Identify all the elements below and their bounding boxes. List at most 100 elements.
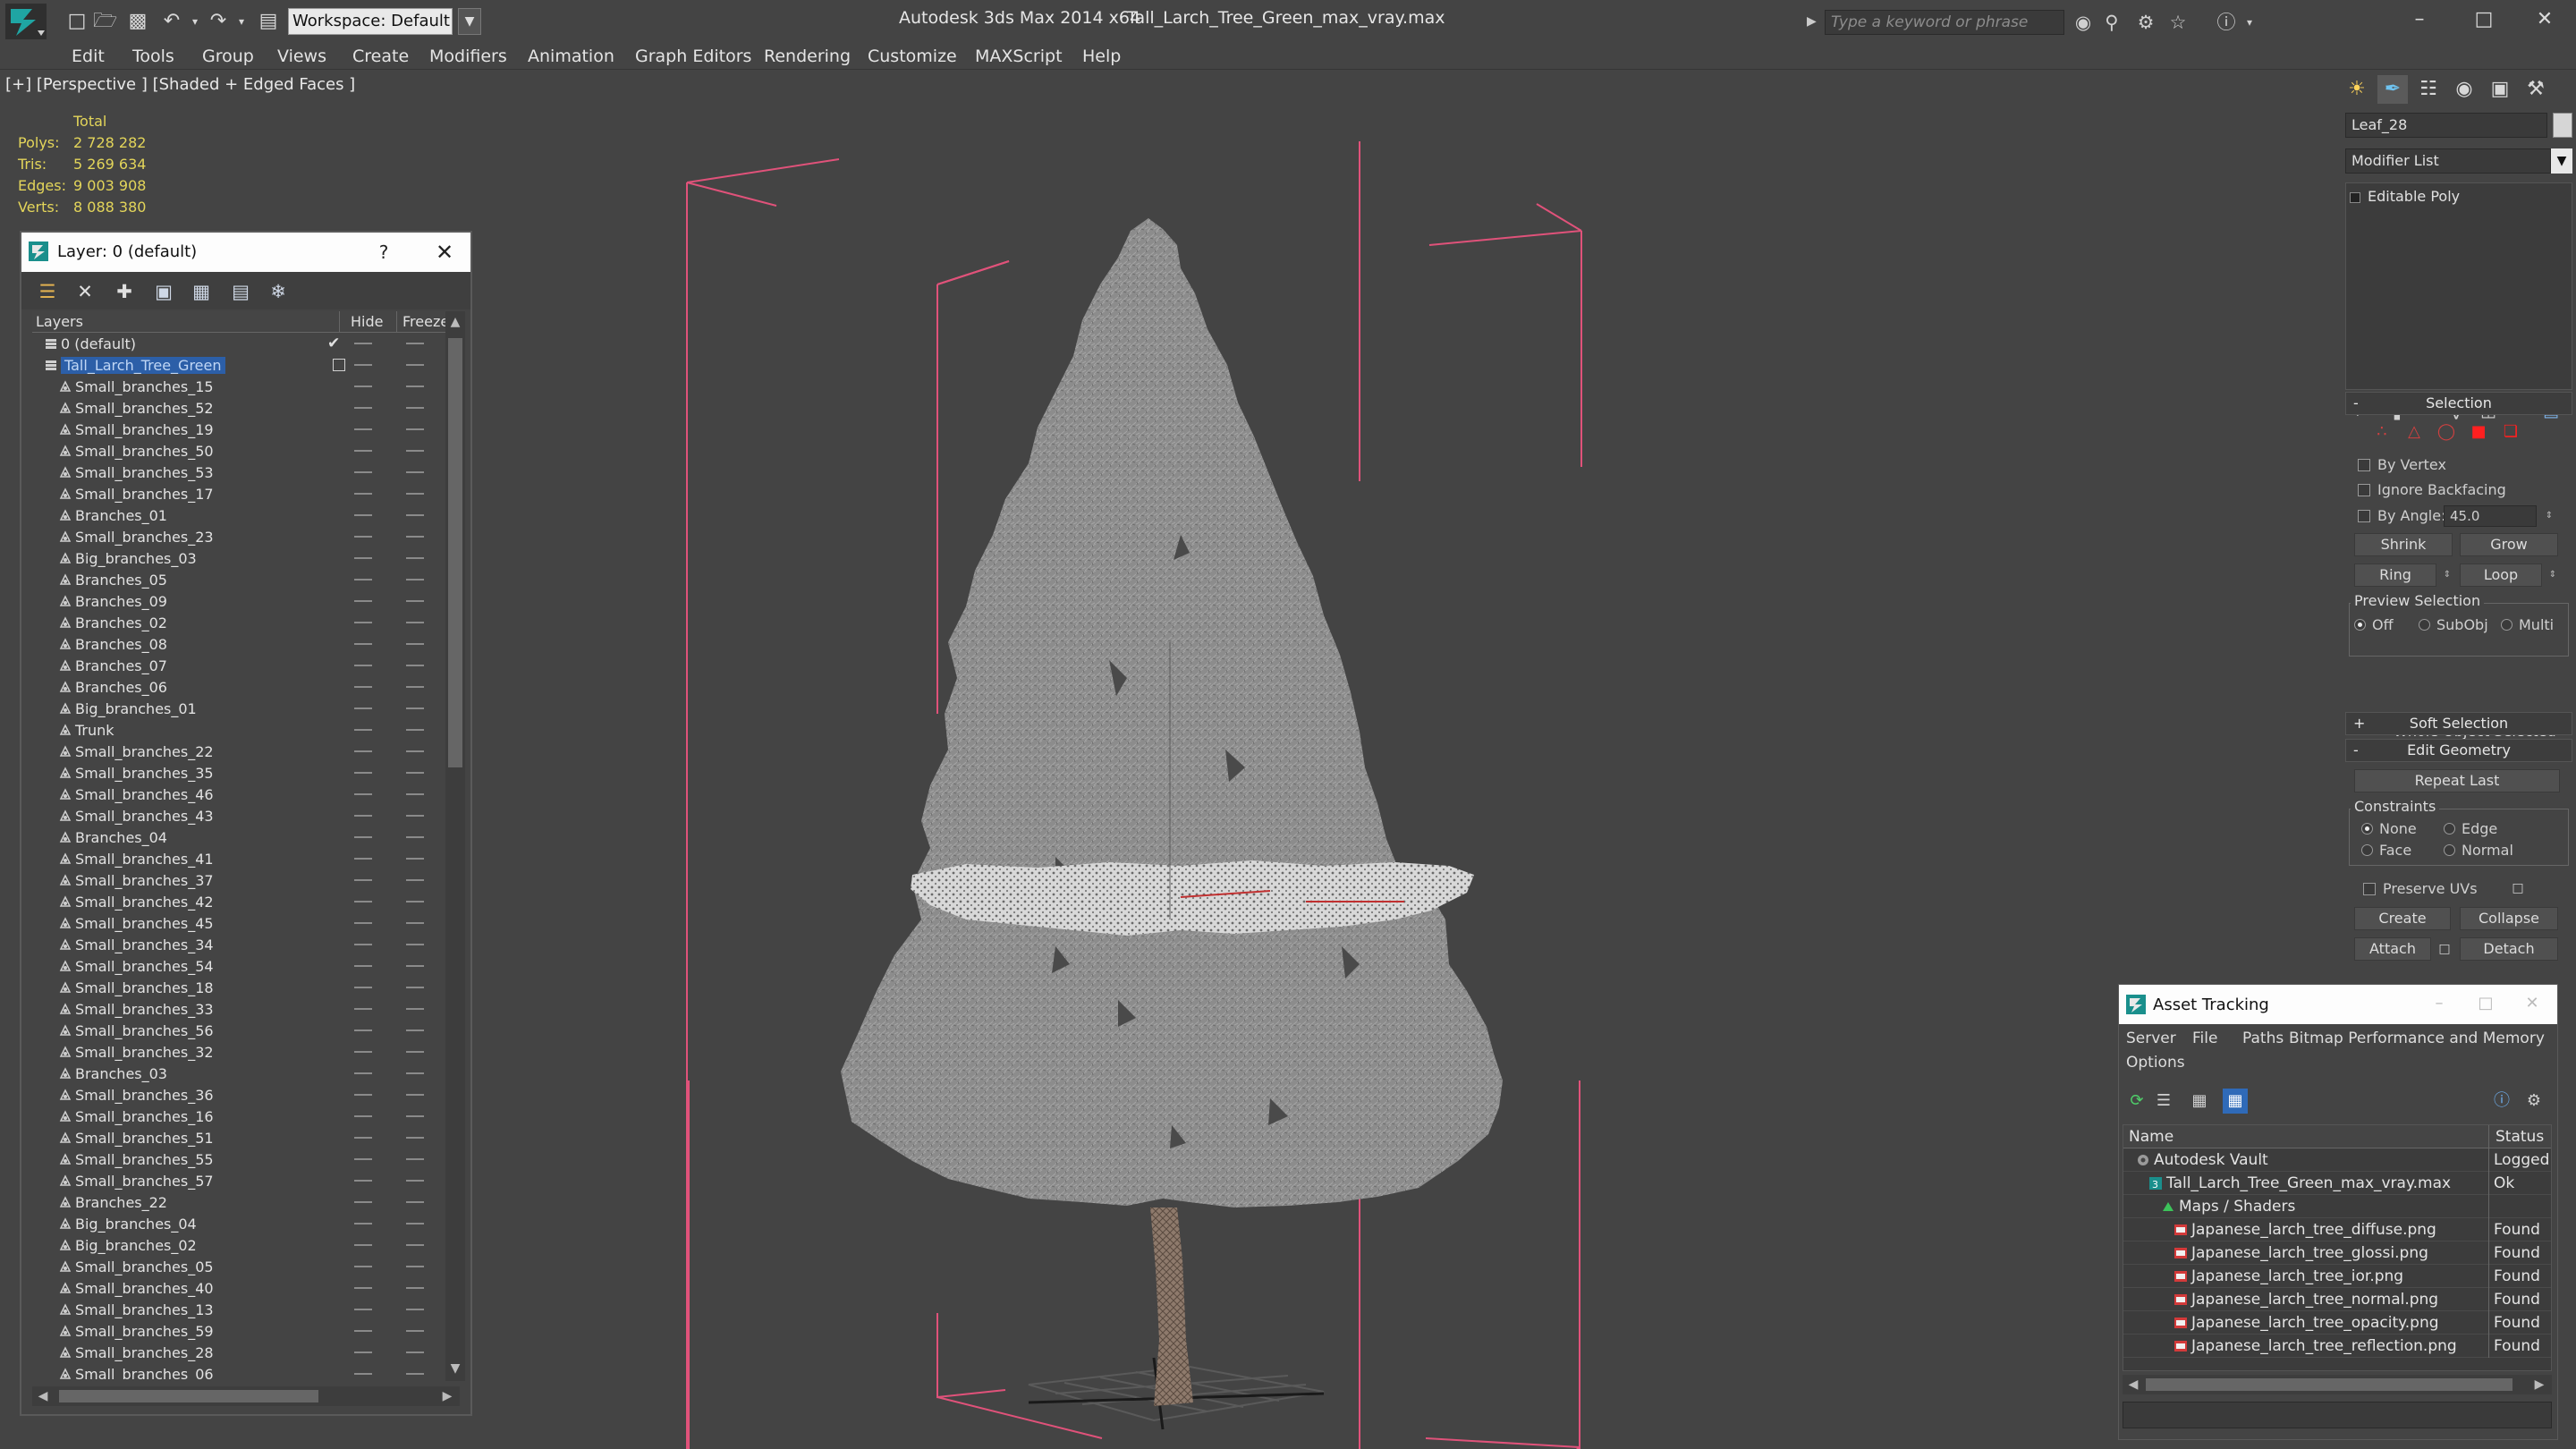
layer-row[interactable]: Small_branches_54 xyxy=(32,955,442,977)
freeze-toggle[interactable] xyxy=(406,1094,424,1096)
select-objects-in-layer-icon[interactable]: ▣ xyxy=(150,279,177,304)
menu-animation[interactable]: Animation xyxy=(528,43,614,70)
asset-row[interactable]: Autodesk Vault Logged xyxy=(2123,1148,2551,1172)
workspace-dropdown-arrow-icon[interactable]: ▼ xyxy=(458,8,481,35)
project-folder-icon[interactable]: ▤ xyxy=(258,11,279,32)
layer-list-scroll-thumb[interactable] xyxy=(448,338,462,767)
layer-row[interactable]: Small_branches_35 xyxy=(32,762,442,784)
asset-minimize-icon[interactable]: – xyxy=(2423,990,2455,1017)
help-icon[interactable]: ⓘ xyxy=(2215,11,2238,34)
layer-row[interactable]: Small_branches_57 xyxy=(32,1170,442,1191)
hide-toggle[interactable] xyxy=(354,1373,372,1375)
redo-icon[interactable]: ↷ xyxy=(208,11,229,32)
asset-help-icon[interactable]: ⓘ xyxy=(2489,1089,2514,1114)
current-layer-check-icon[interactable]: ✔ xyxy=(327,335,340,352)
menu-edit[interactable]: Edit xyxy=(72,43,105,70)
freeze-toggle[interactable] xyxy=(406,643,424,645)
freeze-toggle[interactable] xyxy=(406,536,424,538)
modifier-list-arrow-icon[interactable]: ▼ xyxy=(2551,148,2572,174)
table-view-icon[interactable]: ▦ xyxy=(2187,1089,2212,1114)
layer-row[interactable]: Small_branches_15 xyxy=(32,376,442,397)
delete-layer-icon[interactable]: ✕ xyxy=(72,279,98,304)
freeze-toggle[interactable] xyxy=(406,987,424,988)
hide-toggle[interactable] xyxy=(354,879,372,881)
hide-toggle[interactable] xyxy=(354,793,372,795)
freeze-toggle[interactable] xyxy=(406,428,424,430)
hide-toggle[interactable] xyxy=(354,493,372,495)
asset-menu-bitmap-performance[interactable]: Bitmap Performance and Memory xyxy=(2289,1030,2545,1047)
freeze-toggle[interactable] xyxy=(406,386,424,387)
hide-toggle[interactable] xyxy=(354,922,372,924)
layer-row[interactable]: Small_branches_05 xyxy=(32,1256,442,1277)
layer-row[interactable]: Small_branches_51 xyxy=(32,1127,442,1148)
freeze-toggle[interactable] xyxy=(406,1201,424,1203)
favorites-star-icon[interactable]: ☆ xyxy=(2166,11,2190,34)
vertex-mode-icon[interactable]: ∴ xyxy=(2370,420,2394,444)
layer-row[interactable]: Branches_22 xyxy=(32,1191,442,1213)
freeze-toggle[interactable] xyxy=(406,579,424,580)
hide-toggle[interactable] xyxy=(354,1330,372,1332)
freeze-toggle[interactable] xyxy=(406,922,424,924)
hide-toggle[interactable] xyxy=(354,471,372,473)
hide-toggle[interactable] xyxy=(354,600,372,602)
list-view-icon[interactable]: ☰ xyxy=(2151,1089,2176,1114)
hide-toggle[interactable] xyxy=(354,815,372,817)
element-mode-icon[interactable]: ❏ xyxy=(2499,420,2522,444)
layer-dialog-close-icon[interactable]: ✕ xyxy=(431,240,458,265)
hide-toggle[interactable] xyxy=(354,1201,372,1203)
asset-column-name[interactable]: Name xyxy=(2129,1125,2174,1148)
hide-toggle[interactable] xyxy=(354,1094,372,1096)
layer-row[interactable]: Branches_08 xyxy=(32,633,442,655)
highlight-selected-layer-icon[interactable]: ▦ xyxy=(188,279,215,304)
layer-row[interactable]: Small_branches_28 xyxy=(32,1342,442,1363)
hide-toggle[interactable] xyxy=(354,1223,372,1224)
hide-toggle[interactable] xyxy=(354,1180,372,1182)
loop-button[interactable]: Loop xyxy=(2460,564,2542,587)
freeze-toggle[interactable] xyxy=(406,793,424,795)
open-file-icon[interactable]: 🗁 xyxy=(93,11,117,32)
freeze-toggle[interactable] xyxy=(406,1158,424,1160)
freeze-toggle[interactable] xyxy=(406,1072,424,1074)
menu-customize[interactable]: Customize xyxy=(868,43,957,70)
add-to-layer-icon[interactable]: ✚ xyxy=(111,279,138,304)
freeze-toggle[interactable] xyxy=(406,815,424,817)
object-name-field[interactable]: Leaf_28 xyxy=(2345,113,2547,138)
freeze-toggle[interactable] xyxy=(406,450,424,452)
scroll-right-icon[interactable]: ▶ xyxy=(438,1387,456,1405)
hide-toggle[interactable] xyxy=(354,1309,372,1310)
asset-scroll-left-icon[interactable]: ◀ xyxy=(2124,1376,2142,1394)
layer-row[interactable]: Small_branches_42 xyxy=(32,891,442,912)
hide-toggle[interactable] xyxy=(354,1115,372,1117)
subscription-icon[interactable]: ⚙ xyxy=(2134,11,2157,34)
freeze-toggle[interactable] xyxy=(406,708,424,709)
column-hide[interactable]: Hide xyxy=(347,311,397,333)
hide-toggle[interactable] xyxy=(354,1051,372,1053)
hide-toggle[interactable] xyxy=(354,643,372,645)
asset-horizontal-scrollbar[interactable]: ◀ ▶ xyxy=(2123,1375,2552,1394)
asset-row[interactable]: Maps / Shaders xyxy=(2123,1195,2551,1218)
app-logo-icon[interactable] xyxy=(5,4,47,39)
object-color-swatch[interactable] xyxy=(2553,113,2572,138)
hide-toggle[interactable] xyxy=(354,450,372,452)
layer-row[interactable]: Small_branches_33 xyxy=(32,998,442,1020)
freeze-toggle[interactable] xyxy=(406,1051,424,1053)
hide-toggle[interactable] xyxy=(354,536,372,538)
hide-toggle[interactable] xyxy=(354,836,372,838)
layer-row[interactable]: Small_branches_36 xyxy=(32,1084,442,1106)
freeze-toggle[interactable] xyxy=(406,1373,424,1375)
freeze-toggle[interactable] xyxy=(406,471,424,473)
freeze-toggle[interactable] xyxy=(406,750,424,752)
asset-close-icon[interactable]: ✕ xyxy=(2516,990,2548,1017)
angle-spinner-arrows-icon[interactable]: ⇕ xyxy=(2540,507,2558,525)
freeze-toggle[interactable] xyxy=(406,965,424,967)
freeze-toggle[interactable] xyxy=(406,772,424,774)
hide-toggle[interactable] xyxy=(354,557,372,559)
menu-maxscript[interactable]: MAXScript xyxy=(975,43,1063,70)
freeze-toggle[interactable] xyxy=(406,514,424,516)
freeze-toggle[interactable] xyxy=(406,1330,424,1332)
hide-toggle[interactable] xyxy=(354,708,372,709)
asset-menu-file[interactable]: File xyxy=(2192,1030,2217,1047)
hide-toggle[interactable] xyxy=(354,750,372,752)
hide-toggle[interactable] xyxy=(354,1008,372,1010)
layer-list-vertical-scrollbar[interactable]: ▲ ▼ xyxy=(445,311,465,1381)
